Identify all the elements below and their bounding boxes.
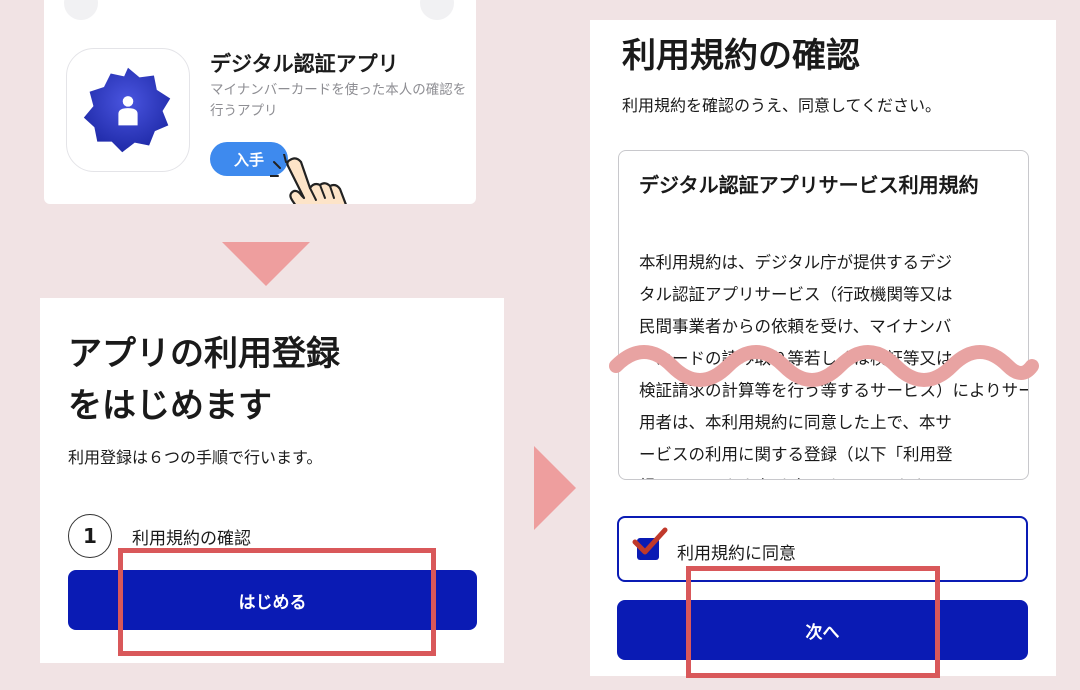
terms-subtitle: 利用規約を確認のうえ、同意してください。 [622,96,942,115]
step-label: 利用規約の確認 [132,529,251,549]
right-arrow-icon [534,446,576,530]
registration-heading: アプリの利用登録 をはじめます [68,328,340,432]
terms-title: 利用規約の確認 [622,36,860,76]
terms-box-title: デジタル認証アプリサービス利用規約 [639,173,979,197]
app-title: デジタル認証アプリ [210,52,399,76]
app-store-panel: デジタル認証アプリ マイナンバーカードを使った本人の確認を行うアプリ 入手 [44,0,476,204]
badge-lock-icon [83,67,171,153]
down-arrow-icon [222,242,310,286]
pointing-hand-icon [270,154,347,204]
terms-line: タル認証アプリサービス（行政機関等又は [639,285,953,304]
terms-line: ービスの利用に関する登録（以下「利用登 [639,445,953,464]
next-button-highlight [686,566,940,678]
top-left-dot [64,0,98,20]
heading-line-2: をはじめます [68,386,272,426]
terms-scroll-box[interactable]: デジタル認証アプリサービス利用規約 本利用規約は、デジタル庁が提供するデジ タル… [618,150,1029,480]
agree-label: 利用規約に同意 [677,544,796,564]
start-button-highlight [118,548,436,656]
heading-line-1: アプリの利用登録 [68,334,340,374]
checkmark-icon [632,527,668,555]
registration-subtitle: 利用登録は６つの手順で行います。 [68,448,323,467]
terms-line: 用者は、本利用規約に同意した上で、本サ [639,413,952,432]
terms-line: 本利用規約は、デジタル庁が提供するデジ [639,253,953,272]
app-description: マイナンバーカードを使った本人の確認を行うアプリ [210,82,467,119]
terms-line: 録」といいます。）を行うものとします。 [639,471,1017,479]
step-number-badge: 1 [68,514,112,558]
digital-auth-app-icon[interactable] [66,48,190,172]
wavy-break-line [609,345,1039,387]
top-right-dot [420,0,454,20]
